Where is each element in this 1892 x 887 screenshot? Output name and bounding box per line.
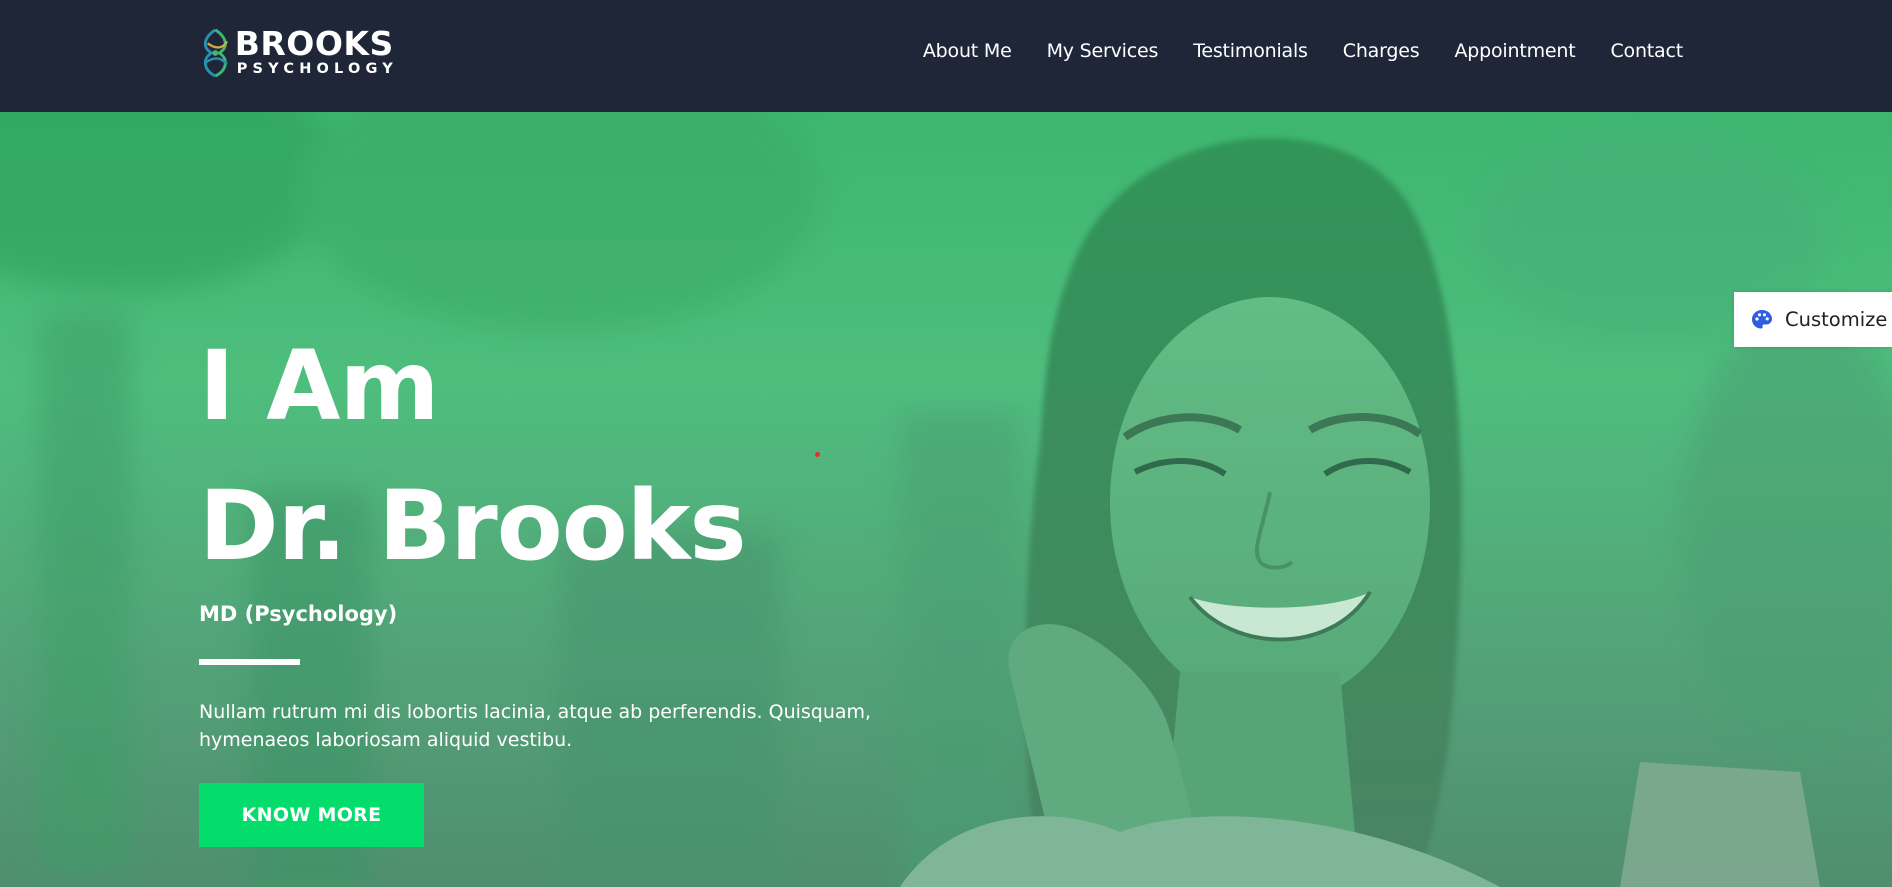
nav-my-services[interactable]: My Services xyxy=(1047,40,1159,62)
logo-title: BROOKS xyxy=(234,24,394,64)
main-nav: About Me My Services Testimonials Charge… xyxy=(923,0,1683,102)
logo-mark-icon xyxy=(203,28,228,78)
site-header: BROOKS PSYCHOLOGY About Me My Services T… xyxy=(0,0,1892,112)
nav-contact[interactable]: Contact xyxy=(1610,40,1683,62)
customize-label: Customize xyxy=(1785,308,1888,331)
hero-heading-line2: Dr. Brooks xyxy=(199,470,747,582)
palette-icon xyxy=(1752,309,1772,328)
brand-logo[interactable]: BROOKS PSYCHOLOGY xyxy=(198,22,398,82)
logo-subtitle: PSYCHOLOGY xyxy=(236,61,398,78)
customize-button[interactable]: Customize xyxy=(1734,292,1892,347)
hero-description: Nullam rutrum mi dis lobortis lacinia, a… xyxy=(199,701,872,751)
nav-testimonials[interactable]: Testimonials xyxy=(1193,40,1308,62)
hero-subtitle: MD (Psychology) xyxy=(199,602,398,626)
hero-heading-line1: I Am xyxy=(199,330,439,442)
hero-section: I Am Dr. Brooks MD (Psychology) Nullam r… xyxy=(0,112,1892,887)
know-more-button[interactable]: KNOW MORE xyxy=(199,783,424,847)
nav-appointment[interactable]: Appointment xyxy=(1454,40,1575,62)
cursor-dot xyxy=(815,452,820,457)
nav-about-me[interactable]: About Me xyxy=(923,40,1012,62)
nav-charges[interactable]: Charges xyxy=(1343,40,1420,62)
hero-divider xyxy=(199,659,300,665)
